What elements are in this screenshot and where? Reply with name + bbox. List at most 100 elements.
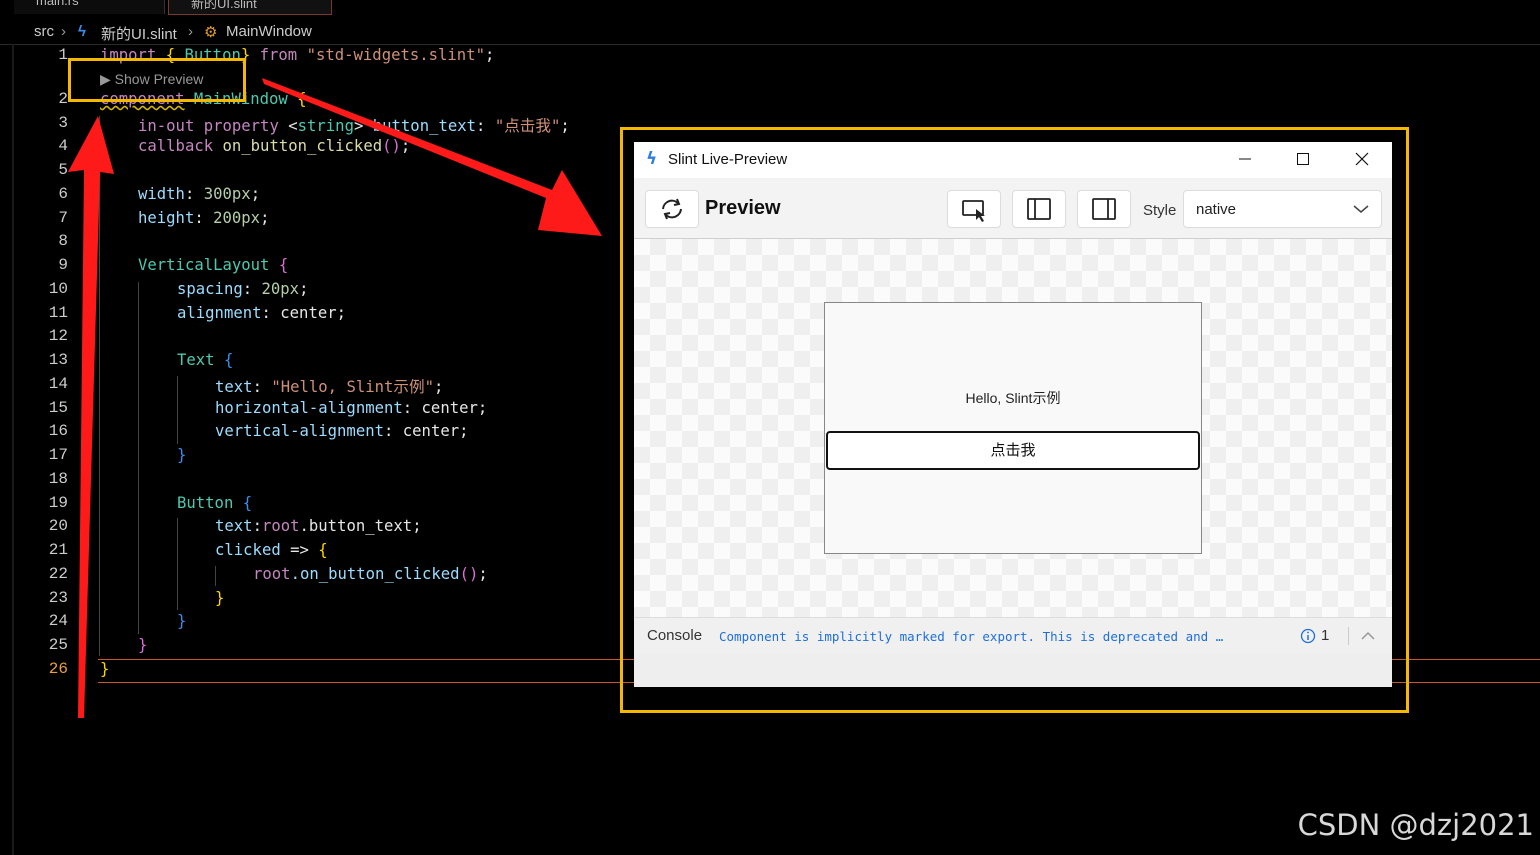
line-number: 14 [48, 375, 68, 393]
line-number: 12 [48, 327, 68, 345]
arrow-to-preview-window [262, 78, 602, 236]
code-line-7[interactable]: height: 200px; [138, 209, 269, 227]
refresh-icon [662, 198, 682, 220]
line-number: 5 [58, 161, 68, 179]
code-line-21[interactable]: clicked => { [215, 541, 328, 559]
reload-button[interactable] [645, 190, 699, 228]
code-line-14[interactable]: text: "Hello, Slint示例"; [215, 375, 443, 397]
style-select[interactable]: native [1183, 190, 1382, 228]
minimize-icon [1239, 158, 1251, 160]
line-number: 20 [48, 517, 68, 535]
code-line-22[interactable]: root.on_button_clicked(); [253, 565, 488, 583]
code-line-11[interactable]: alignment: center; [177, 304, 346, 322]
breadcrumb: src › ϟ 新的UI.slint › ⚙ MainWindow [0, 22, 1540, 45]
code-line-9[interactable]: VerticalLayout { [138, 256, 288, 274]
select-mode-button[interactable] [947, 190, 1001, 228]
console-divider [1348, 627, 1349, 645]
line-number: 9 [58, 256, 68, 274]
chevron-right-icon: › [188, 23, 193, 40]
code-line-3[interactable]: in-out property <string> button_text: "点… [138, 114, 570, 136]
line-number: 22 [48, 565, 68, 583]
show-preview-highlight-box [68, 58, 246, 102]
line-number: 21 [48, 541, 68, 559]
tab-new-ui-slint[interactable]: 新的UI.slint [168, 0, 332, 15]
line-number: 6 [58, 185, 68, 203]
code-line-20[interactable]: text:root.button_text; [215, 517, 422, 535]
code-line-15[interactable]: horizontal-alignment: center; [215, 399, 487, 417]
line-number: 1 [58, 46, 68, 64]
previewed-main-window: Hello, Slint示例 点击我 [824, 302, 1202, 554]
minimize-button[interactable] [1230, 146, 1260, 172]
line-number: 16 [48, 422, 68, 440]
line-number: 2 [58, 90, 68, 108]
code-line-17[interactable]: } [177, 446, 186, 464]
code-line-16[interactable]: vertical-alignment: center; [215, 422, 469, 440]
breadcrumb-file[interactable]: 新的UI.slint [101, 23, 177, 44]
indent-guide [138, 282, 139, 634]
preview-toolbar: Preview Style native [634, 178, 1392, 239]
style-label: Style [1143, 202, 1177, 219]
chevron-up-icon[interactable] [1360, 629, 1376, 643]
line-number: 19 [48, 494, 68, 512]
line-number: 24 [48, 612, 68, 630]
line-number: 18 [48, 470, 68, 488]
close-icon [1355, 152, 1369, 166]
code-line-10[interactable]: spacing: 20px; [177, 280, 308, 298]
slint-live-preview-window: ϟ Slint Live-Preview Preview Style nativ… [634, 142, 1392, 687]
info-count: 1 [1321, 627, 1330, 644]
chevron-down-icon [1353, 205, 1369, 213]
breadcrumb-component[interactable]: MainWindow [226, 23, 312, 40]
close-button[interactable] [1347, 146, 1377, 172]
cursor-select-icon [962, 200, 985, 222]
line-number: 17 [48, 446, 68, 464]
left-panel-icon [1027, 198, 1051, 220]
toggle-right-panel-button[interactable] [1077, 190, 1131, 228]
code-line-23[interactable]: } [215, 589, 224, 607]
line-number: 7 [58, 209, 68, 227]
console-bar[interactable]: Console Component is implicitly marked f… [634, 617, 1392, 655]
code-line-25[interactable]: } [138, 636, 147, 654]
watermark: CSDN @dzj2021 [1297, 808, 1534, 842]
line-number: 4 [58, 137, 68, 155]
code-line-4[interactable]: callback on_button_clicked(); [138, 137, 410, 155]
indent-guide [177, 518, 178, 610]
code-line-24[interactable]: } [177, 612, 186, 630]
indent-guide [99, 116, 100, 656]
code-line-6[interactable]: width: 300px; [138, 185, 260, 203]
toggle-left-panel-button[interactable] [1012, 190, 1066, 228]
preview-title: Preview [705, 197, 781, 219]
line-number-current: 26 [48, 660, 68, 678]
arrow-up-to-show-preview [68, 116, 114, 718]
line-number: 23 [48, 589, 68, 607]
chevron-right-icon: › [61, 23, 66, 40]
code-line-13[interactable]: Text { [177, 351, 233, 369]
slint-file-icon: ϟ [78, 23, 86, 40]
code-line-26[interactable]: } [100, 660, 109, 678]
tab-main-rs[interactable]: main.rs [14, 0, 165, 14]
console-message[interactable]: Component is implicitly marked for expor… [719, 629, 1223, 644]
info-icon [1300, 628, 1316, 644]
line-number: 3 [58, 114, 68, 132]
style-select-value: native [1196, 201, 1237, 218]
console-panel [634, 654, 1392, 687]
right-panel-icon [1092, 198, 1116, 220]
editor-gutter [12, 44, 14, 855]
component-icon: ⚙ [204, 24, 218, 41]
indent-guide [177, 376, 178, 444]
maximize-icon [1297, 153, 1309, 165]
slint-logo-icon: ϟ [646, 149, 658, 169]
maximize-button[interactable] [1288, 146, 1318, 172]
hello-text: Hello, Slint示例 [965, 390, 1061, 406]
line-number: 13 [48, 351, 68, 369]
breadcrumb-src[interactable]: src [34, 23, 54, 40]
indent-guide [215, 566, 216, 586]
window-title: Slint Live-Preview [668, 151, 788, 168]
window-titlebar: ϟ Slint Live-Preview [634, 142, 1392, 178]
line-number: 15 [48, 399, 68, 417]
code-line-19[interactable]: Button { [177, 494, 252, 512]
click-me-button[interactable]: 点击我 [826, 431, 1200, 470]
preview-canvas[interactable]: Hello, Slint示例 点击我 [634, 239, 1392, 617]
line-number: 11 [48, 304, 68, 322]
line-number: 10 [48, 280, 68, 298]
line-number: 25 [48, 636, 68, 654]
